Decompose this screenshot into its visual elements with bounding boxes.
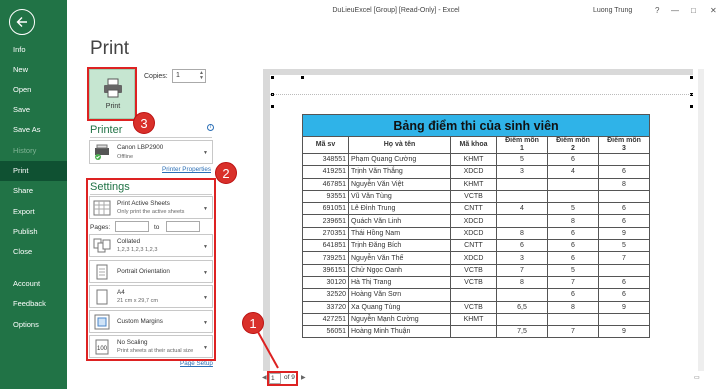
callout-arrow: [257, 331, 279, 369]
zoom-icon[interactable]: ▭: [694, 374, 700, 381]
